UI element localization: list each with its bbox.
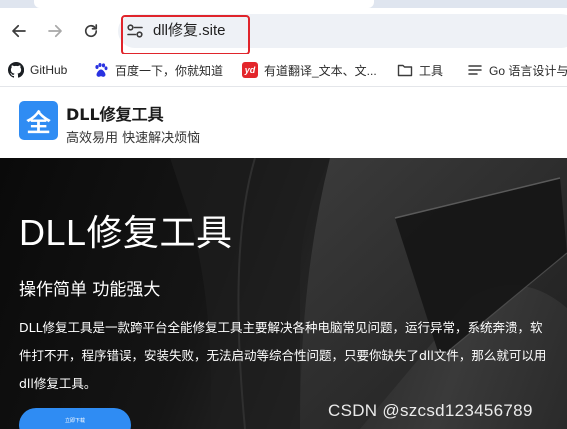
reload-icon bbox=[84, 24, 98, 38]
bookmark-label: 百度一下，你就知道 bbox=[115, 63, 224, 78]
site-logo[interactable]: 全 bbox=[19, 101, 58, 140]
bookmark-baidu[interactable]: 百度一下，你就知道 bbox=[93, 60, 223, 80]
arrow-right-icon bbox=[48, 24, 62, 38]
url-highlight-annotation bbox=[121, 15, 250, 55]
csdn-watermark: CSDN @szcsd123456789 bbox=[328, 401, 533, 420]
youdao-icon-text: yd bbox=[244, 65, 256, 75]
bookmark-label: 有道翻译_文本、文... bbox=[264, 63, 377, 78]
browser-toolbar: dll修复.site bbox=[0, 8, 567, 55]
bookmark-label: 工具 bbox=[419, 63, 444, 78]
brand-slogan: 高效易用 快速解决烦恼 bbox=[66, 131, 201, 146]
bookmarks-bar: GitHub 百度一下，你就知道 yd 有道翻译_文本、文... 工具 Go 语… bbox=[0, 54, 567, 86]
site-header: 全 DLL修复工具 高效易用 快速解决烦恼 bbox=[0, 87, 567, 158]
download-button-label: 立即下载 bbox=[64, 418, 85, 424]
active-tab[interactable] bbox=[34, 0, 374, 8]
logo-glyph: 全 bbox=[26, 109, 51, 137]
brand-name[interactable]: DLL修复工具 bbox=[66, 101, 164, 125]
hero-description: DLL修复工具是一款跨平台全能修复工具主要解决各种电脑常见问题，运行异常，系统奔… bbox=[19, 320, 547, 391]
forward-button[interactable] bbox=[44, 20, 66, 42]
bookmark-folder-tools[interactable]: 工具 bbox=[397, 60, 443, 80]
back-button[interactable] bbox=[8, 20, 30, 42]
tab-strip bbox=[0, 0, 567, 8]
baidu-paw-icon bbox=[93, 62, 109, 78]
download-button[interactable]: 立即下载 bbox=[19, 408, 131, 429]
arrow-left-icon bbox=[12, 24, 26, 38]
folder-icon bbox=[397, 62, 413, 78]
bookmark-label: Go 语言设计与 bbox=[489, 63, 567, 78]
bookmark-youdao[interactable]: yd 有道翻译_文本、文... bbox=[242, 60, 377, 80]
hero-banner: DLL修复工具 操作简单 功能强大 DLL修复工具是一款跨平台全能修复工具主要解… bbox=[0, 158, 567, 429]
bookmark-github[interactable]: GitHub bbox=[8, 60, 67, 80]
github-icon bbox=[8, 62, 24, 78]
youdao-icon: yd bbox=[242, 62, 258, 78]
hero-subtitle: 操作简单 功能强大 bbox=[19, 280, 161, 300]
bookmark-label: GitHub bbox=[30, 63, 68, 77]
bookmark-go-design[interactable]: Go 语言设计与 bbox=[467, 60, 567, 80]
hero-title: DLL修复工具 bbox=[19, 212, 233, 253]
reload-button[interactable] bbox=[80, 20, 102, 42]
list-icon bbox=[467, 62, 483, 78]
